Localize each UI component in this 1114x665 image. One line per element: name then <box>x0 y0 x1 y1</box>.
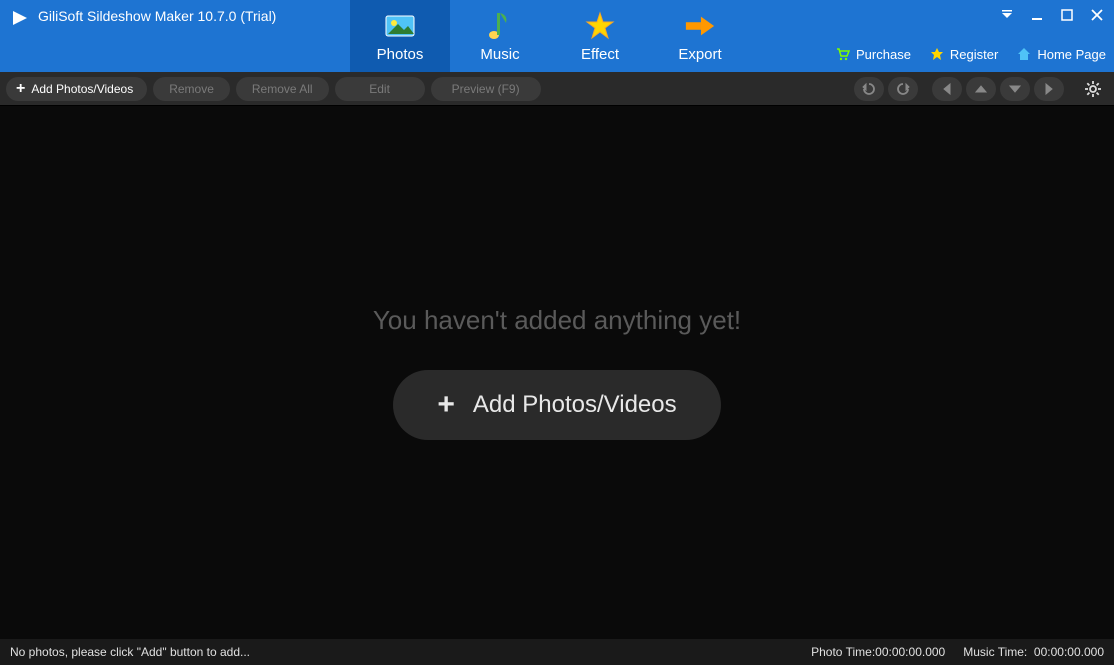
rotate-group <box>854 77 918 101</box>
plus-icon: + <box>16 80 25 98</box>
rotate-left-button[interactable] <box>854 77 884 101</box>
main-area: You haven't added anything yet! + Add Ph… <box>0 106 1114 639</box>
tab-photos-label: Photos <box>377 46 424 63</box>
minimize-button[interactable] <box>1028 6 1046 24</box>
status-times: Photo Time:00:00:00.000 Music Time: 00:0… <box>811 645 1104 659</box>
purchase-label: Purchase <box>856 47 911 62</box>
tab-export-label: Export <box>678 46 721 63</box>
remove-all-button[interactable]: Remove All <box>236 77 329 101</box>
register-label: Register <box>950 47 998 62</box>
header-links: Purchase Register Home Page <box>835 46 1106 62</box>
maximize-button[interactable] <box>1058 6 1076 24</box>
remove-button[interactable]: Remove <box>153 77 230 101</box>
add-photos-big-button[interactable]: + Add Photos/Videos <box>393 370 720 440</box>
header-bar: GiliSoft Sildeshow Maker 10.7.0 (Trial) … <box>0 0 1114 72</box>
close-button[interactable] <box>1088 6 1106 24</box>
register-link[interactable]: Register <box>929 46 998 62</box>
effect-icon <box>584 10 616 42</box>
toolbar: + Add Photos/Videos Remove Remove All Ed… <box>0 72 1114 106</box>
purchase-link[interactable]: Purchase <box>835 46 911 62</box>
edit-button[interactable]: Edit <box>335 77 425 101</box>
music-time: Music Time: 00:00:00.000 <box>963 645 1104 659</box>
photo-time: Photo Time:00:00:00.000 <box>811 645 945 659</box>
app-logo-icon <box>10 8 30 28</box>
move-left-button[interactable] <box>932 77 962 101</box>
tab-export[interactable]: Export <box>650 0 750 72</box>
export-icon <box>684 10 716 42</box>
title-area: GiliSoft Sildeshow Maker 10.7.0 (Trial) <box>0 0 350 72</box>
tab-effect[interactable]: Effect <box>550 0 650 72</box>
star-icon <box>929 46 945 62</box>
status-hint: No photos, please click "Add" button to … <box>10 645 811 659</box>
home-label: Home Page <box>1037 47 1106 62</box>
home-link[interactable]: Home Page <box>1016 46 1106 62</box>
move-right-button[interactable] <box>1034 77 1064 101</box>
tab-music[interactable]: Music <box>450 0 550 72</box>
app-title: GiliSoft Sildeshow Maker 10.7.0 (Trial) <box>38 8 276 24</box>
status-bar: No photos, please click "Add" button to … <box>0 639 1114 665</box>
music-icon <box>484 10 516 42</box>
empty-message: You haven't added anything yet! <box>373 305 741 336</box>
dropdown-icon[interactable] <box>998 6 1016 24</box>
photos-icon <box>384 10 416 42</box>
move-up-button[interactable] <box>966 77 996 101</box>
tab-photos[interactable]: Photos <box>350 0 450 72</box>
window-controls <box>998 6 1106 24</box>
header-right: Purchase Register Home Page <box>835 0 1114 72</box>
tab-music-label: Music <box>480 46 519 63</box>
tab-strip: Photos Music Effect Export <box>350 0 750 72</box>
move-down-button[interactable] <box>1000 77 1030 101</box>
add-photos-button[interactable]: + Add Photos/Videos <box>6 77 147 101</box>
home-icon <box>1016 46 1032 62</box>
preview-button[interactable]: Preview (F9) <box>431 77 541 101</box>
rotate-right-button[interactable] <box>888 77 918 101</box>
tab-effect-label: Effect <box>581 46 619 63</box>
gear-icon <box>1084 80 1102 98</box>
arrow-group <box>932 77 1064 101</box>
cart-icon <box>835 46 851 62</box>
add-photos-label: Add Photos/Videos <box>31 82 133 96</box>
settings-button[interactable] <box>1078 77 1108 101</box>
plus-big-icon: + <box>437 388 455 422</box>
add-photos-big-label: Add Photos/Videos <box>473 391 677 419</box>
